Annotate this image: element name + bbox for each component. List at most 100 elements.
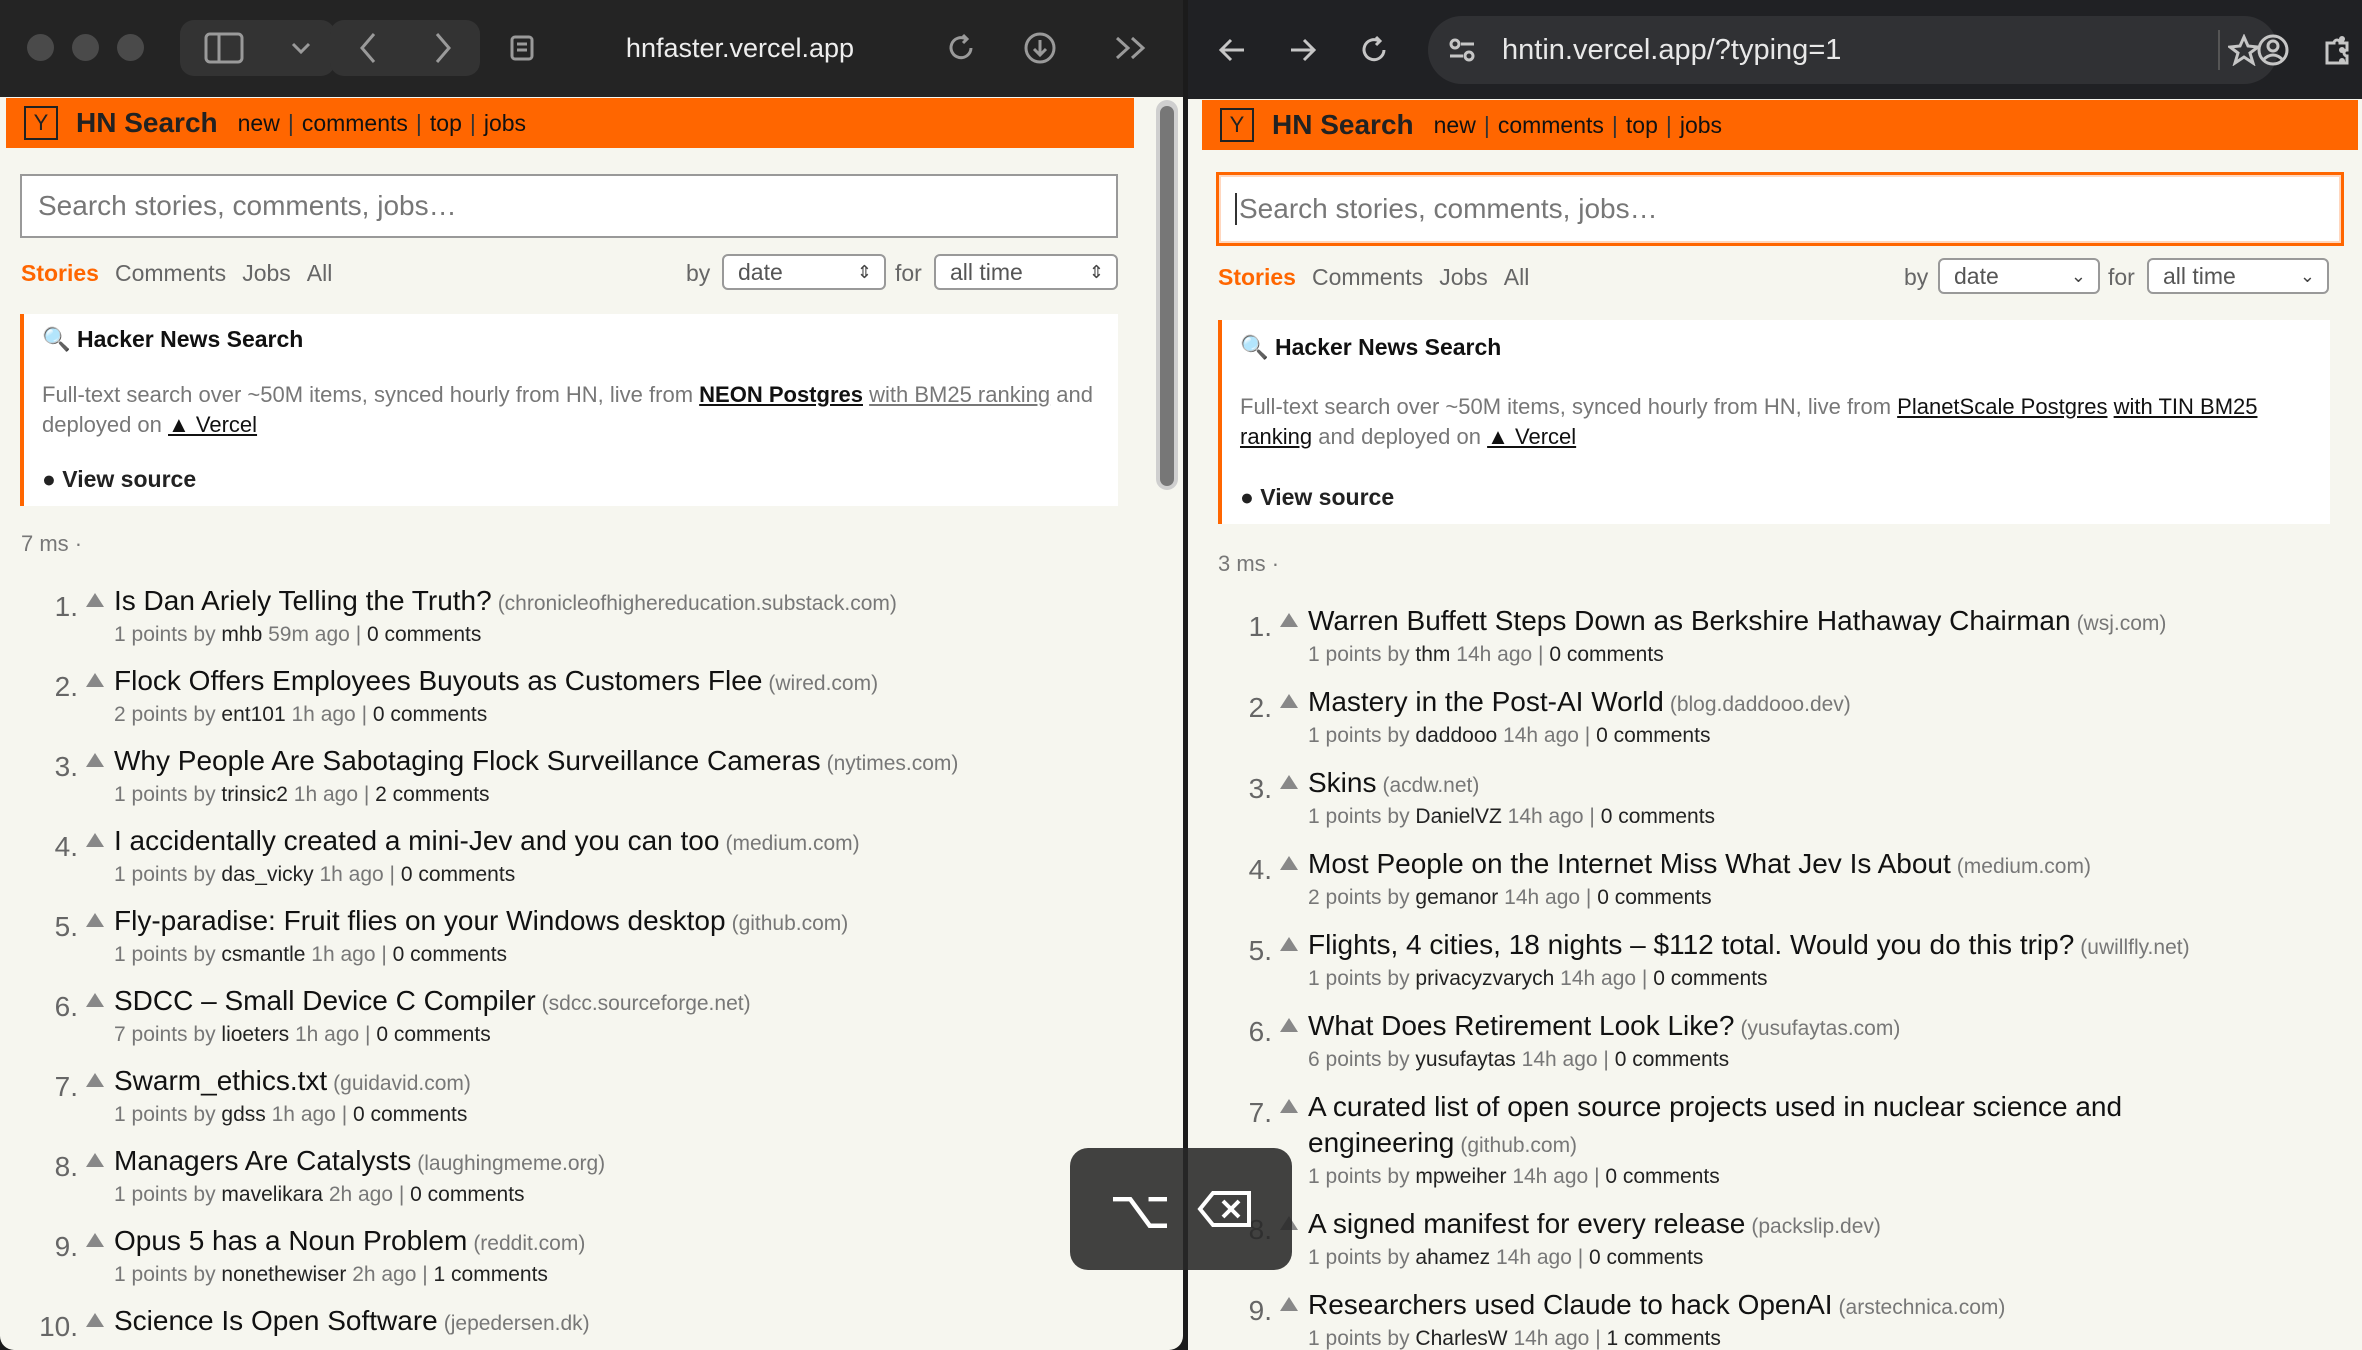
story-domain[interactable]: (reddit.com) <box>473 1232 585 1255</box>
upvote-arrow-icon[interactable] <box>86 1153 104 1167</box>
time-range-select[interactable]: all time ⇕ <box>934 254 1118 290</box>
story-domain[interactable]: (blog.daddooo.dev) <box>1670 693 1851 716</box>
story-domain[interactable]: (packslip.dev) <box>1751 1215 1881 1238</box>
upvote-arrow-icon[interactable] <box>86 833 104 847</box>
story-comments-link[interactable]: 0 comments <box>1615 1048 1729 1071</box>
search-input[interactable]: Search stories, comments, jobs… <box>20 174 1118 238</box>
story-domain[interactable]: (nytimes.com) <box>827 752 959 775</box>
story-domain[interactable]: (arstechnica.com) <box>1839 1296 2006 1319</box>
story-author[interactable]: trinsic2 <box>221 783 288 806</box>
story-author[interactable]: DanielVZ <box>1415 805 1501 828</box>
nav-new[interactable]: new <box>1434 112 1476 139</box>
story-comments-link[interactable]: 0 comments <box>410 1183 524 1206</box>
story-domain[interactable]: (medium.com) <box>1957 855 2091 878</box>
brand-title[interactable]: HN Search <box>1272 109 1414 141</box>
story-comments-link[interactable]: 0 comments <box>1549 643 1663 666</box>
story-comments-link[interactable]: 0 comments <box>1605 1165 1719 1188</box>
story-domain[interactable]: (laughingmeme.org) <box>417 1152 605 1175</box>
story-age[interactable]: 14h ago <box>1522 1048 1598 1071</box>
address-bar[interactable]: hnfaster.vercel.app <box>500 20 980 76</box>
tab-comments[interactable]: Comments <box>115 260 226 287</box>
upvote-arrow-icon[interactable] <box>1280 1099 1298 1113</box>
story-domain[interactable]: (uwillfly.net) <box>2080 936 2189 959</box>
reload-icon[interactable] <box>1354 30 1394 70</box>
zoom-window-button[interactable] <box>117 34 144 61</box>
scrollbar-thumb[interactable] <box>1160 106 1174 486</box>
story-comments-link[interactable]: 0 comments <box>1597 886 1711 909</box>
story-domain[interactable]: (chronicleofhighereducation.substack.com… <box>498 592 897 615</box>
forward-arrow-icon[interactable] <box>433 31 453 65</box>
tab-stories[interactable]: Stories <box>1218 264 1296 291</box>
vercel-link[interactable]: ▲ Vercel <box>168 412 257 437</box>
story-author[interactable]: yusufaytas <box>1415 1048 1515 1071</box>
y-logo[interactable]: Y <box>24 106 58 140</box>
story-author[interactable]: gemanor <box>1415 886 1498 909</box>
story-age[interactable]: 2h ago <box>352 1263 416 1286</box>
upvote-arrow-icon[interactable] <box>1280 694 1298 708</box>
story-title-link[interactable]: Skins <box>1308 767 1376 798</box>
view-source-link[interactable]: ● View source <box>1240 484 1394 511</box>
story-title-link[interactable]: Opus 5 has a Noun Problem <box>114 1225 467 1256</box>
nav-jobs[interactable]: jobs <box>484 110 526 137</box>
story-title-link[interactable]: Why People Are Sabotaging Flock Surveill… <box>114 745 821 776</box>
story-age[interactable]: 1h ago <box>319 863 383 886</box>
time-range-select[interactable]: all time ⌄ <box>2147 258 2329 294</box>
story-author[interactable]: ahamez <box>1415 1246 1490 1269</box>
story-domain[interactable]: (acdw.net) <box>1382 774 1479 797</box>
story-title-link[interactable]: Is Dan Ariely Telling the Truth? <box>114 585 492 616</box>
story-comments-link[interactable]: 1 comments <box>1607 1327 1721 1350</box>
story-age[interactable]: 14h ago <box>1512 1165 1588 1188</box>
upvote-arrow-icon[interactable] <box>86 1313 104 1327</box>
sort-select[interactable]: date ⇕ <box>722 254 886 290</box>
story-author[interactable]: mavelikara <box>221 1183 323 1206</box>
story-domain[interactable]: (jepedersen.dk) <box>444 1312 590 1335</box>
story-author[interactable]: gdss <box>221 1103 265 1126</box>
story-comments-link[interactable]: 0 comments <box>376 1023 490 1046</box>
upvote-arrow-icon[interactable] <box>86 1073 104 1087</box>
story-author[interactable]: csmantle <box>221 943 305 966</box>
story-comments-link[interactable]: 0 comments <box>1589 1246 1703 1269</box>
upvote-arrow-icon[interactable] <box>86 993 104 1007</box>
story-title-link[interactable]: Mastery in the Post-AI World <box>1308 686 1664 717</box>
nav-top[interactable]: top <box>1626 112 1658 139</box>
story-age[interactable]: 1h ago <box>295 1023 359 1046</box>
story-title-link[interactable]: Most People on the Internet Miss What Je… <box>1308 848 1951 879</box>
story-title-link[interactable]: What Does Retirement Look Like? <box>1308 1010 1734 1041</box>
story-title-link[interactable]: Flights, 4 cities, 18 nights – $112 tota… <box>1308 929 2074 960</box>
story-age[interactable]: 14h ago <box>1503 724 1579 747</box>
story-domain[interactable]: (github.com) <box>732 912 849 935</box>
reload-icon[interactable] <box>941 28 981 68</box>
story-comments-link[interactable]: 0 comments <box>393 943 507 966</box>
story-comments-link[interactable]: 0 comments <box>1601 805 1715 828</box>
tab-jobs[interactable]: Jobs <box>242 260 291 287</box>
more-toolbar-items-icon[interactable] <box>1110 28 1154 68</box>
story-author[interactable]: das_vicky <box>221 863 313 886</box>
story-domain[interactable]: (wired.com) <box>768 672 878 695</box>
nav-comments[interactable]: comments <box>1498 112 1604 139</box>
story-author[interactable]: CharlesW <box>1415 1327 1507 1350</box>
story-age[interactable]: 1h ago <box>292 703 356 726</box>
story-title-link[interactable]: Flock Offers Employees Buyouts as Custom… <box>114 665 762 696</box>
upvote-arrow-icon[interactable] <box>1280 613 1298 627</box>
back-arrow-icon[interactable] <box>1212 30 1252 70</box>
upvote-arrow-icon[interactable] <box>1280 937 1298 951</box>
story-author[interactable]: ent101 <box>221 703 285 726</box>
story-title-link[interactable]: A curated list of open source projects u… <box>1308 1091 2122 1123</box>
story-age[interactable]: 14h ago <box>1504 886 1580 909</box>
upvote-arrow-icon[interactable] <box>1280 1297 1298 1311</box>
story-domain[interactable]: (medium.com) <box>725 832 859 855</box>
upvote-arrow-icon[interactable] <box>1280 1018 1298 1032</box>
nav-jobs[interactable]: jobs <box>1680 112 1722 139</box>
story-domain[interactable]: (yusufaytas.com) <box>1740 1017 1900 1040</box>
story-comments-link[interactable]: 0 comments <box>353 1103 467 1126</box>
view-source-link[interactable]: ● View source <box>42 466 196 493</box>
profile-icon[interactable] <box>2253 30 2293 70</box>
story-age[interactable]: 14h ago <box>1560 967 1636 990</box>
search-input[interactable]: Search stories, comments, jobs… <box>1216 172 2344 246</box>
story-author[interactable]: lioeters <box>221 1023 289 1046</box>
tab-all[interactable]: All <box>307 260 333 287</box>
story-author[interactable]: mpweiher <box>1415 1165 1506 1188</box>
tab-comments[interactable]: Comments <box>1312 264 1423 291</box>
back-arrow-icon[interactable] <box>358 31 378 65</box>
tab-jobs[interactable]: Jobs <box>1439 264 1488 291</box>
